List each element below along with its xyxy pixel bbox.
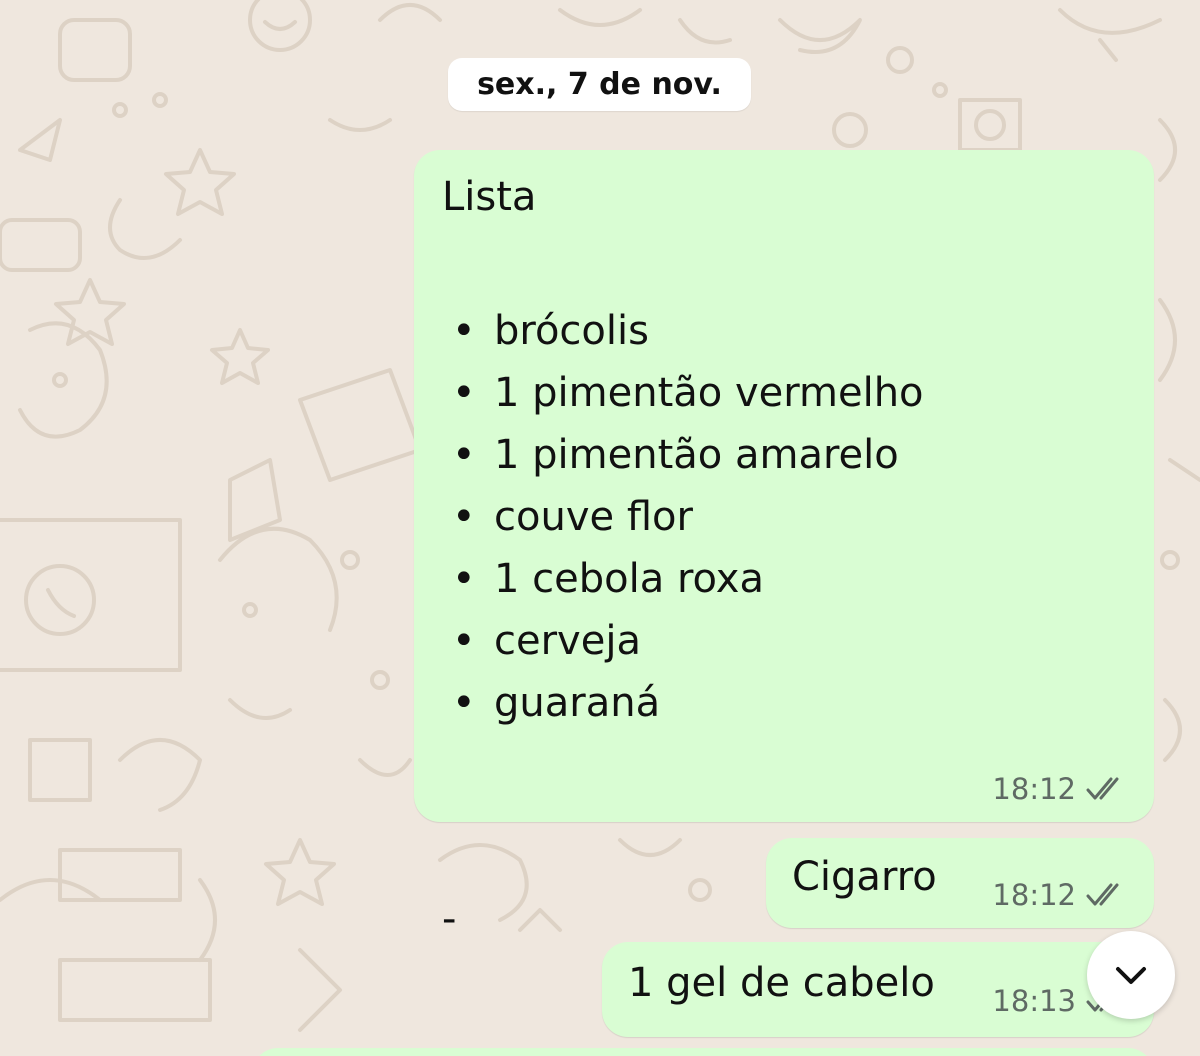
list-item-text: brócolis bbox=[494, 308, 649, 354]
bullet-icon: • bbox=[452, 618, 476, 664]
message-time: 18:12 bbox=[992, 772, 1076, 806]
list-item: • 1 cebola roxa bbox=[442, 550, 924, 612]
message-bubble-cigarro[interactable]: Cigarro 18:12 bbox=[766, 838, 1154, 928]
double-check-icon bbox=[1086, 883, 1119, 906]
list-item: • couve flor bbox=[442, 488, 924, 550]
message-title: Lista bbox=[442, 174, 537, 220]
message-text: 1 gel de cabelo bbox=[628, 960, 935, 1006]
list-item: • 1 pimentão amarelo bbox=[442, 426, 924, 488]
list-item: • guaraná bbox=[442, 674, 924, 736]
bullet-icon: • bbox=[452, 370, 476, 416]
message-meta: 18:12 bbox=[992, 772, 1128, 806]
bullet-icon: • bbox=[452, 432, 476, 478]
list-item: • cerveja bbox=[442, 612, 924, 674]
list-item-text: cerveja bbox=[494, 618, 641, 664]
message-trailing-text: - bbox=[442, 896, 457, 942]
bullet-icon: • bbox=[452, 680, 476, 726]
list-item-text: 1 pimentão amarelo bbox=[494, 432, 899, 478]
bullet-icon: • bbox=[452, 494, 476, 540]
list-item-text: 1 cebola roxa bbox=[494, 556, 764, 602]
double-check-icon bbox=[1086, 777, 1119, 800]
message-bubble-list[interactable]: Lista • brócolis • 1 pimentão vermelho • 1 … bbox=[414, 150, 1154, 942]
message-time: 18:12 bbox=[992, 878, 1076, 912]
bullet-icon: • bbox=[452, 556, 476, 602]
scroll-to-bottom-button[interactable] bbox=[1087, 931, 1175, 1019]
bullet-icon: • bbox=[452, 308, 476, 354]
list-item-text: 1 pimentão vermelho bbox=[494, 370, 924, 416]
message-bubble-gel[interactable]: 1 gel de cabelo 18:13 bbox=[602, 942, 1154, 1037]
chevron-down-icon bbox=[1116, 967, 1146, 984]
message-meta: 18:12 bbox=[992, 878, 1128, 912]
list-item-text: guaraná bbox=[494, 680, 661, 726]
shopping-list: • brócolis • 1 pimentão vermelho • 1 piment… bbox=[442, 302, 924, 736]
message-text: Cigarro bbox=[792, 854, 937, 900]
message-time: 18:13 bbox=[992, 984, 1076, 1018]
date-separator: sex., 7 de nov. bbox=[448, 58, 751, 111]
message-bubble-next[interactable] bbox=[252, 1048, 1154, 1056]
chat-panel[interactable]: sex., 7 de nov. Lista • brócolis • 1 pimen… bbox=[0, 0, 1200, 1056]
list-item: • brócolis bbox=[442, 302, 924, 364]
list-item: • 1 pimentão vermelho bbox=[442, 364, 924, 426]
list-item-text: couve flor bbox=[494, 494, 693, 540]
